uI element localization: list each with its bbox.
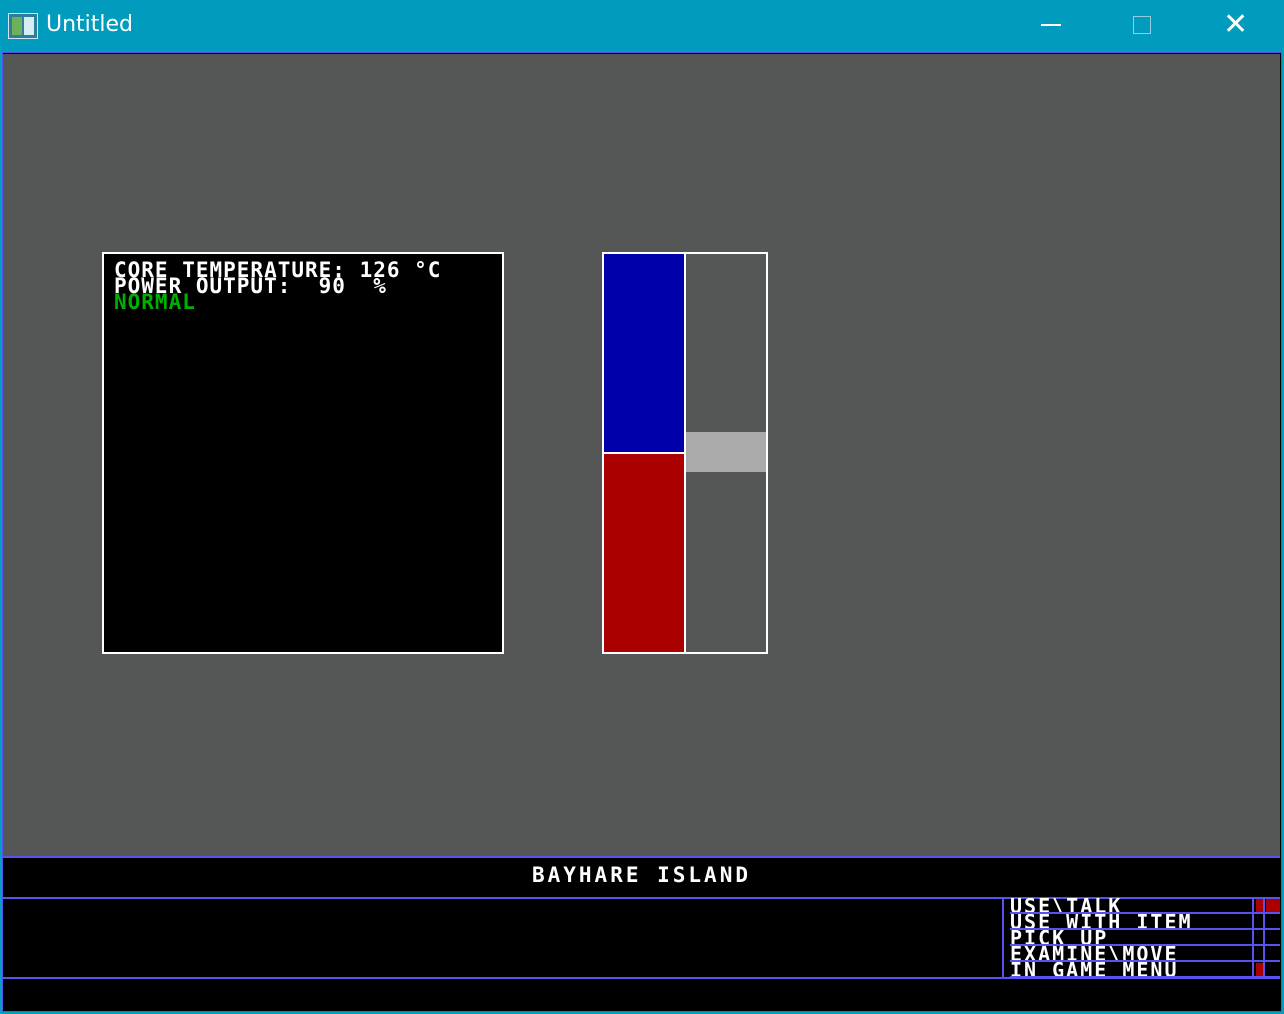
window-title: Untitled [46,12,134,37]
maximize-button[interactable] [1097,0,1189,52]
action-indicators [1252,898,1280,978]
indicator-examine-move [1252,946,1280,962]
app-icon [8,13,38,39]
close-button[interactable]: ✕ [1189,0,1281,52]
status-readout: NORMAL [114,290,196,314]
indicator-divider [1263,930,1265,946]
action-menu: USE\TALK USE WITH ITEM PICK UP EXAMINE\M… [1002,898,1256,978]
gauge-upper-segment [604,254,684,454]
indicator-divider [1263,914,1265,930]
minimize-button[interactable] [1005,0,1097,52]
action-use-talk[interactable]: USE\TALK [1010,898,1256,914]
title-bar: Untitled ✕ [0,0,1284,52]
indicator-use-with-item [1252,914,1280,930]
minimize-icon [1041,24,1061,26]
indicator-in-game-menu [1252,962,1280,978]
action-use-with-item[interactable]: USE WITH ITEM [1010,914,1256,930]
location-label: BAYHARE ISLAND [531,863,751,887]
reactor-monitor[interactable]: CORE TEMPERATURE: 126 °C POWER OUTPUT: 9… [102,252,504,654]
gauge-bar [604,254,686,652]
power-gauge[interactable] [602,252,768,654]
hud-divider-top [3,856,1280,858]
indicator-divider [1263,898,1265,914]
action-pick-up[interactable]: PICK UP [1010,930,1256,946]
action-examine-move[interactable]: EXAMINE\MOVE [1010,946,1256,962]
indicator-divider [1263,962,1265,978]
maximize-icon [1133,16,1151,34]
indicator-use-talk [1252,898,1280,914]
selected-marker-extra [1266,899,1280,912]
indicator-divider [1263,946,1265,962]
indicator-pick-up [1252,930,1280,946]
action-in-game-menu[interactable]: IN GAME MENU [1010,962,1256,978]
gauge-slider-handle[interactable] [686,432,766,472]
gauge-lower-segment [604,454,684,652]
close-icon: ✕ [1223,7,1249,42]
